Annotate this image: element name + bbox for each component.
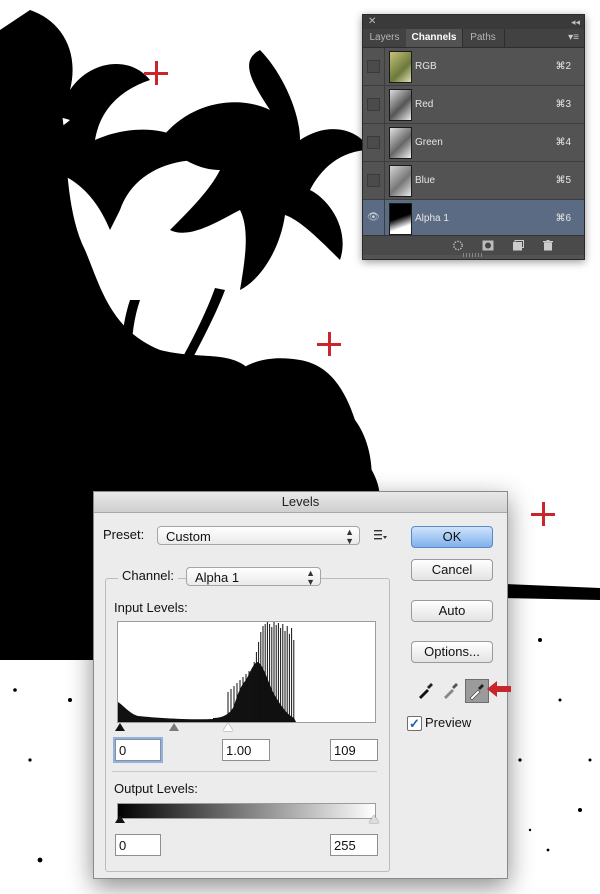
- channel-row-red[interactable]: Red ⌘3: [363, 86, 584, 124]
- levels-dialog: Levels Preset: Custom ▲ ▼ Channel: Alpha …: [93, 491, 508, 879]
- preview-checkbox[interactable]: ✓: [407, 716, 422, 731]
- panel-bottom-bar: [363, 235, 584, 255]
- black-eyedropper-icon[interactable]: [415, 679, 437, 701]
- channel-thumbnail: [389, 51, 412, 83]
- crosshair-marker: [144, 61, 168, 85]
- channel-name: Green: [415, 137, 443, 148]
- output-white-field[interactable]: 255: [330, 834, 378, 856]
- channel-shortcut: ⌘5: [555, 175, 571, 186]
- histogram-plot: [118, 622, 296, 722]
- load-selection-icon[interactable]: [452, 240, 464, 251]
- white-eyedropper-icon[interactable]: [465, 679, 489, 703]
- channel-name: Blue: [415, 175, 436, 186]
- updown-arrow-icon: ▲ ▼: [306, 568, 315, 587]
- gray-eyedropper-icon[interactable]: [440, 679, 462, 701]
- preset-options-icon[interactable]: [374, 529, 388, 541]
- channel-row-alpha-1[interactable]: 👁 Alpha 1 ⌘6: [363, 200, 584, 238]
- close-icon[interactable]: ✕: [368, 15, 376, 29]
- visibility-toggle[interactable]: [367, 174, 380, 187]
- output-levels-label: Output Levels:: [114, 781, 198, 796]
- input-white-field[interactable]: 109: [330, 739, 378, 761]
- crosshair-marker: [317, 332, 341, 356]
- panel-tabs: Layers Channels Paths ▾≡: [363, 29, 584, 48]
- channel-thumbnail: [389, 89, 412, 121]
- input-gamma-field[interactable]: 1.00: [222, 739, 270, 761]
- tab-paths[interactable]: Paths: [462, 29, 505, 47]
- crosshair-marker: [531, 502, 555, 526]
- cancel-button[interactable]: Cancel: [411, 559, 493, 581]
- channel-thumbnail: [389, 203, 412, 235]
- new-channel-icon[interactable]: [512, 240, 524, 251]
- trash-icon[interactable]: [542, 240, 554, 251]
- input-black-field[interactable]: 0: [115, 739, 161, 761]
- channel-row-green[interactable]: Green ⌘4: [363, 124, 584, 162]
- output-gradient: [117, 803, 376, 819]
- resize-grip[interactable]: [463, 253, 484, 257]
- channel-label: Channel:: [118, 568, 179, 583]
- channel-name: RGB: [415, 61, 437, 72]
- channels-panel: ✕ ◂◂ Layers Channels Paths ▾≡ RGB ⌘2 Red…: [362, 14, 585, 260]
- channel-thumbnail: [389, 127, 412, 159]
- input-levels-label: Input Levels:: [114, 600, 188, 615]
- channel-value: Alpha 1: [195, 570, 240, 585]
- channel-shortcut: ⌘4: [555, 137, 571, 148]
- channel-name: Red: [415, 99, 434, 110]
- channel-shortcut: ⌘3: [555, 99, 571, 110]
- histogram: [117, 621, 376, 723]
- preset-select[interactable]: Custom ▲ ▼: [157, 526, 360, 546]
- visibility-toggle[interactable]: [367, 98, 380, 111]
- red-arrow-icon: [487, 681, 511, 697]
- updown-arrow-icon: ▲ ▼: [345, 527, 354, 546]
- divider: [112, 771, 377, 772]
- eye-icon[interactable]: 👁: [367, 212, 380, 223]
- channel-select[interactable]: Alpha 1 ▲ ▼: [186, 567, 321, 587]
- options-button[interactable]: Options...: [411, 641, 493, 663]
- visibility-toggle[interactable]: [367, 60, 380, 73]
- dialog-title: Levels: [94, 492, 507, 513]
- ok-button[interactable]: OK: [411, 526, 493, 548]
- double-chevron-icon[interactable]: ◂◂: [571, 15, 580, 29]
- tab-layers[interactable]: Layers: [363, 29, 407, 47]
- preview-label: Preview: [425, 715, 472, 730]
- auto-button[interactable]: Auto: [411, 600, 493, 622]
- preset-label: Preset:: [103, 527, 145, 542]
- tab-channels[interactable]: Channels: [406, 29, 463, 47]
- channel-thumbnail: [389, 165, 412, 197]
- channel-row-rgb[interactable]: RGB ⌘2: [363, 48, 584, 86]
- channel-shortcut: ⌘2: [555, 61, 571, 72]
- save-selection-icon[interactable]: [482, 240, 494, 251]
- channel-row-blue[interactable]: Blue ⌘5: [363, 162, 584, 200]
- visibility-toggle[interactable]: [367, 136, 380, 149]
- panel-titlebar: ✕ ◂◂: [363, 15, 584, 29]
- channel-shortcut: ⌘6: [555, 213, 571, 224]
- output-black-field[interactable]: 0: [115, 834, 161, 856]
- channel-name: Alpha 1: [415, 213, 449, 224]
- preset-value: Custom: [166, 529, 211, 544]
- panel-menu-icon[interactable]: ▾≡: [568, 32, 579, 43]
